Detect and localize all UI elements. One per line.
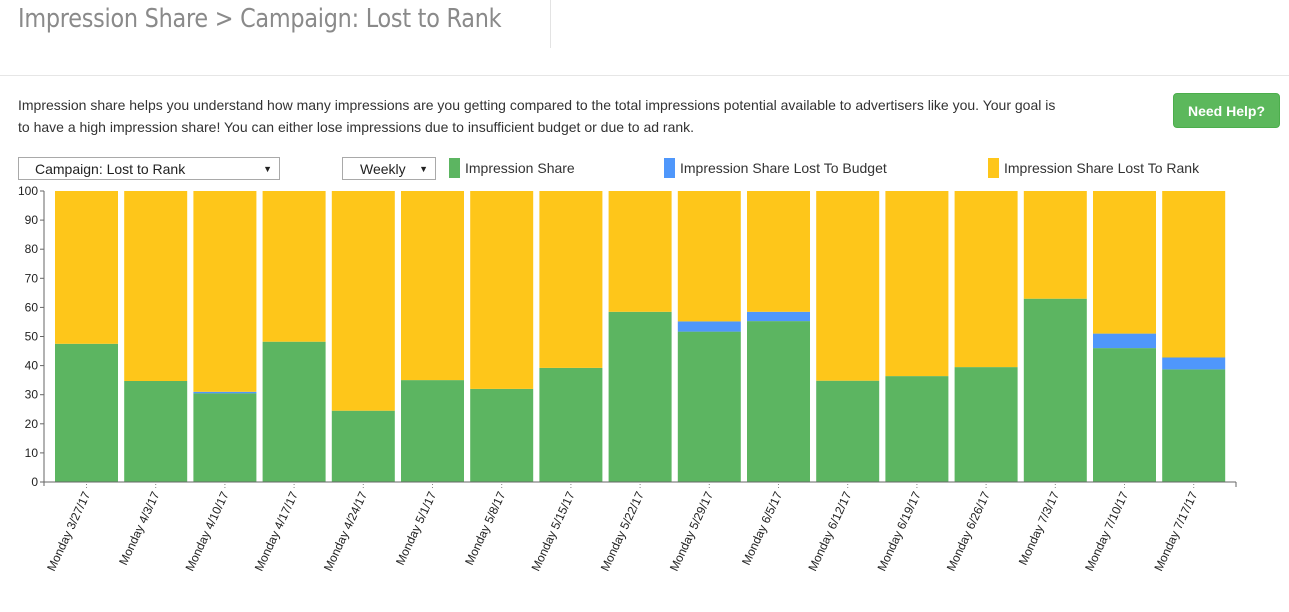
need-help-button[interactable]: Need Help? (1173, 93, 1280, 128)
legend-impression-share[interactable]: Impression Share (449, 158, 575, 178)
bar-segment-impression-share (954, 367, 1018, 482)
y-tick-label: 10 (25, 446, 39, 460)
y-tick-label: 0 (31, 475, 38, 489)
bar-segment-impression-share-lost-to-rank (193, 191, 257, 392)
bar-segment-impression-share-lost-to-rank (331, 191, 395, 411)
title-divider (550, 0, 551, 48)
legend-lost-to-rank[interactable]: Impression Share Lost To Rank (988, 158, 1199, 178)
bar-segment-impression-share-lost-to-rank (539, 191, 603, 368)
x-tick-label: Monday 3/27/17 (44, 489, 93, 573)
x-tick-label: Monday 5/29/17 (667, 489, 716, 573)
bar-segment-impression-share (677, 331, 741, 482)
legend-lost-to-budget[interactable]: Impression Share Lost To Budget (664, 158, 887, 178)
bar-segment-impression-share-lost-to-budget (193, 391, 257, 394)
x-tick-label: Monday 4/10/17 (183, 489, 232, 573)
y-tick-label: 60 (25, 300, 39, 314)
bar-segment-impression-share-lost-to-rank (1162, 191, 1226, 358)
x-tick-label: Monday 6/5/17 (739, 489, 785, 567)
bar-segment-impression-share (401, 380, 464, 482)
bar-segment-impression-share-lost-to-rank (262, 191, 326, 342)
x-tick-label: Monday 6/12/17 (805, 489, 854, 573)
x-tick-label: Monday 4/17/17 (252, 489, 301, 573)
bar-segment-impression-share-lost-to-rank (747, 191, 810, 312)
bar-segment-impression-share (747, 321, 810, 482)
bar-segment-impression-share-lost-to-budget (1093, 333, 1156, 349)
x-tick-label: Monday 7/17/17 (1151, 489, 1200, 573)
legend-swatch-lost-to-rank (988, 158, 999, 178)
y-tick-label: 80 (25, 242, 39, 256)
y-tick-label: 40 (25, 359, 39, 373)
bar-segment-impression-share-lost-to-budget (747, 311, 810, 322)
chevron-down-icon: ▼ (263, 163, 272, 174)
bar-segment-impression-share-lost-to-rank (1093, 191, 1156, 334)
bar-segment-impression-share-lost-to-rank (1023, 191, 1087, 299)
y-tick-label: 90 (25, 213, 39, 227)
x-tick-label: Monday 6/19/17 (875, 489, 924, 573)
bar-segment-impression-share-lost-to-budget (677, 321, 741, 332)
period-select-value: Weekly (360, 160, 406, 177)
legend-label: Impression Share Lost To Budget (680, 160, 887, 176)
legend-label: Impression Share Lost To Rank (1004, 160, 1200, 176)
x-tick-label: Monday 5/1/17 (393, 489, 439, 567)
bar-segment-impression-share (470, 388, 534, 482)
campaign-select-value: Campaign: Lost to Rank (35, 160, 186, 177)
x-tick-label: Monday 7/3/17 (1016, 489, 1062, 567)
bar-segment-impression-share (1162, 369, 1226, 482)
x-tick-label: Monday 6/26/17 (944, 489, 993, 573)
bar-segment-impression-share-lost-to-rank (954, 191, 1018, 368)
y-tick-label: 20 (25, 417, 39, 431)
x-tick-label: Monday 7/10/17 (1082, 489, 1131, 573)
bar-segment-impression-share (608, 311, 672, 482)
x-tick-label: Monday 5/8/17 (462, 489, 508, 567)
bar-segment-impression-share (331, 410, 395, 482)
bar-segment-impression-share (1093, 348, 1156, 482)
x-tick-label: Monday 5/15/17 (529, 489, 578, 573)
bar-segment-impression-share (55, 343, 118, 482)
x-tick-label: Monday 4/24/17 (321, 489, 370, 573)
bar-segment-impression-share-lost-to-rank (885, 191, 949, 377)
legend-swatch-lost-to-budget (664, 158, 675, 178)
y-tick-label: 50 (25, 330, 39, 344)
page-title: Impression Share > Campaign: Lost to Ran… (18, 4, 502, 34)
bar-segment-impression-share-lost-to-rank (55, 191, 118, 344)
bar-segment-impression-share-lost-to-rank (608, 191, 672, 312)
y-tick-label: 30 (25, 388, 39, 402)
bar-segment-impression-share (885, 376, 949, 482)
stacked-bar-chart: 0 10 20 30 40 50 60 70 80 90 100 Monday 3/27/17 Mond… (18, 184, 1237, 573)
bar-segment-impression-share-lost-to-rank (470, 191, 534, 389)
bar-segment-impression-share-lost-to-rank (677, 191, 741, 322)
legend-label: Impression Share (465, 160, 575, 176)
legend-swatch-impression-share (449, 158, 460, 178)
y-tick-label: 100 (18, 184, 38, 198)
campaign-select[interactable]: Campaign: Lost to Rank ▼ (18, 157, 280, 180)
bar-segment-impression-share (539, 367, 603, 482)
bar-segment-impression-share (816, 380, 880, 482)
bar-segment-impression-share-lost-to-rank (124, 191, 188, 381)
bar-segment-impression-share (193, 393, 257, 482)
bar-segment-impression-share (1023, 298, 1087, 482)
y-tick-label: 70 (25, 271, 39, 285)
x-tick-label: Monday 5/22/17 (598, 489, 647, 573)
period-select[interactable]: Weekly ▼ (342, 157, 436, 180)
description-text: Impression share helps you understand ho… (18, 97, 1056, 135)
header-divider (0, 75, 1289, 76)
bar-segment-impression-share-lost-to-budget (1162, 357, 1226, 370)
bar-segment-impression-share-lost-to-rank (816, 191, 880, 381)
x-tick-label: Monday 4/3/17 (116, 489, 162, 567)
bar-segment-impression-share-lost-to-rank (401, 191, 464, 381)
chevron-down-icon: ▼ (419, 163, 428, 174)
bar-segment-impression-share (124, 381, 188, 482)
bar-segment-impression-share (262, 341, 326, 482)
